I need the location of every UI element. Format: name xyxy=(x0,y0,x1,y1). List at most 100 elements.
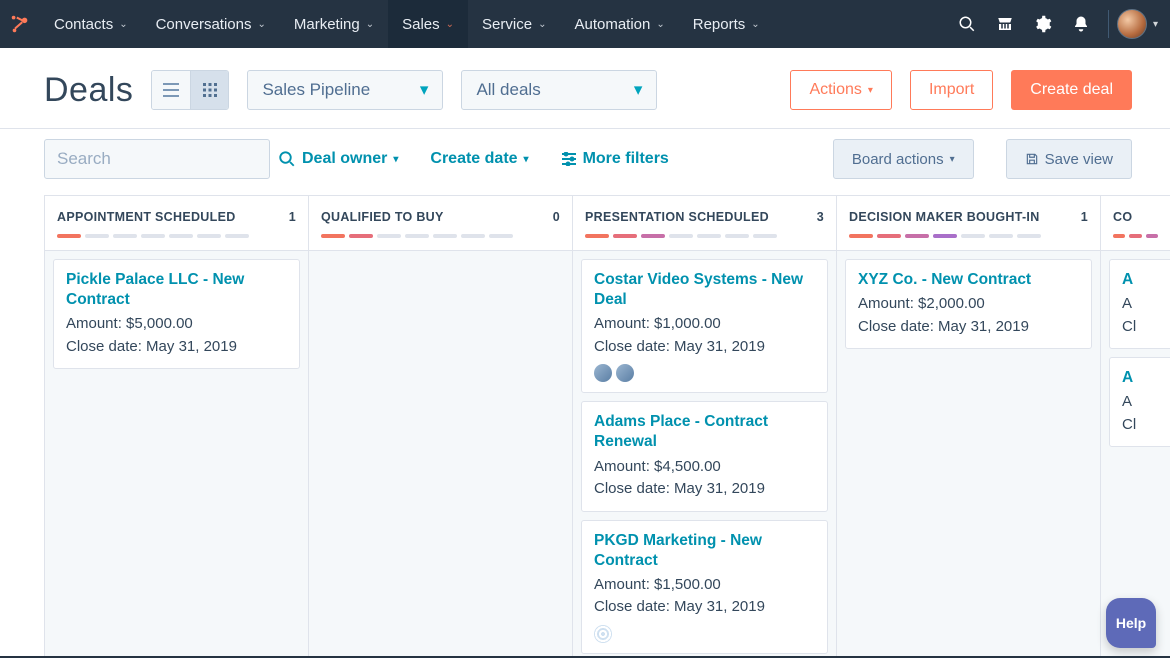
deal-amount: Amount: $4,500.00 xyxy=(594,456,815,479)
column-body[interactable]: Pickle Palace LLC - New ContractAmount: … xyxy=(45,251,308,658)
nav-item-marketing[interactable]: Marketing⌄ xyxy=(280,0,388,48)
filter-bar: Deal owner ▾ Create date ▾ More filters … xyxy=(0,129,1170,195)
deal-amount: Amount: $2,000.00 xyxy=(858,293,1079,316)
deal-amount: A xyxy=(1122,391,1170,414)
deal-card[interactable]: Costar Video Systems - New DealAmount: $… xyxy=(581,259,828,393)
deal-title[interactable]: Costar Video Systems - New Deal xyxy=(594,270,815,310)
board-view-button[interactable] xyxy=(190,71,228,109)
column-body[interactable] xyxy=(309,251,572,658)
search-icon xyxy=(278,150,296,168)
deal-card[interactable]: PKGD Marketing - New ContractAmount: $1,… xyxy=(581,520,828,654)
deal-owner-filter[interactable]: Deal owner ▾ xyxy=(302,150,398,168)
nav-item-automation[interactable]: Automation⌄ xyxy=(560,0,678,48)
pipeline-column: QUALIFIED TO BUY0Total: $0 xyxy=(309,196,573,658)
deal-card[interactable]: Pickle Palace LLC - New ContractAmount: … xyxy=(53,259,300,369)
deal-filter-select[interactable]: All deals ▾ xyxy=(461,70,657,110)
deal-title[interactable]: Pickle Palace LLC - New Contract xyxy=(66,270,287,310)
association-avatar xyxy=(594,364,612,382)
deal-title[interactable]: A xyxy=(1122,270,1170,290)
deal-title[interactable]: XYZ Co. - New Contract xyxy=(858,270,1079,290)
deal-close-date: Close date: May 31, 2019 xyxy=(594,478,815,501)
stage-progress xyxy=(849,234,1088,238)
deal-associations xyxy=(594,364,815,382)
create-deal-button[interactable]: Create deal xyxy=(1011,70,1132,110)
import-button[interactable]: Import xyxy=(910,70,993,110)
deal-title[interactable]: A xyxy=(1122,368,1170,388)
nav-item-label: Marketing xyxy=(294,16,360,33)
deal-card[interactable]: Adams Place - Contract Renewal Amount: $4… xyxy=(581,401,828,511)
nav-item-label: Service xyxy=(482,16,532,33)
column-title: PRESENTATION SCHEDULED xyxy=(585,210,769,224)
nav-item-reports[interactable]: Reports⌄ xyxy=(679,0,774,48)
deal-card[interactable]: XYZ Co. - New ContractAmount: $2,000.00C… xyxy=(845,259,1092,349)
association-avatar xyxy=(594,625,612,643)
help-button[interactable]: Help xyxy=(1106,598,1156,648)
column-body[interactable]: XYZ Co. - New ContractAmount: $2,000.00C… xyxy=(837,251,1100,658)
nav-item-label: Sales xyxy=(402,16,440,33)
view-toggle xyxy=(151,70,229,110)
gear-icon[interactable] xyxy=(1024,0,1062,48)
marketplace-icon[interactable] xyxy=(986,0,1024,48)
deal-filter-label: All deals xyxy=(476,80,540,100)
deal-close-date: Close date: May 31, 2019 xyxy=(594,336,815,359)
deal-title[interactable]: PKGD Marketing - New Contract xyxy=(594,531,815,571)
bell-icon[interactable] xyxy=(1062,0,1100,48)
deal-card[interactable]: AACl xyxy=(1109,259,1170,349)
deal-amount: A xyxy=(1122,293,1170,316)
stage-progress xyxy=(321,234,560,238)
deal-close-date: Close date: May 31, 2019 xyxy=(66,336,287,359)
chevron-down-icon: ▾ xyxy=(393,154,398,165)
nav-item-contacts[interactable]: Contacts ⌄ xyxy=(40,0,142,48)
column-header: APPOINTMENT SCHEDULED1 xyxy=(45,196,308,251)
stage-progress xyxy=(57,234,296,238)
chevron-down-icon: ⌄ xyxy=(538,19,546,30)
pipeline-select-label: Sales Pipeline xyxy=(262,80,370,100)
chevron-down-icon: ⌄ xyxy=(119,19,127,30)
create-date-filter[interactable]: Create date ▾ xyxy=(430,150,528,168)
list-view-button[interactable] xyxy=(152,71,190,109)
pipeline-select[interactable]: Sales Pipeline ▾ xyxy=(247,70,443,110)
more-filters-button[interactable]: More filters xyxy=(561,150,669,168)
pipeline-column: DECISION MAKER BOUGHT-IN1XYZ Co. - New C… xyxy=(837,196,1101,658)
deal-title[interactable]: Adams Place - Contract Renewal xyxy=(594,412,815,452)
save-view-button[interactable]: Save view xyxy=(1006,139,1132,179)
nav-item-label: Contacts xyxy=(54,16,113,33)
import-label: Import xyxy=(929,81,974,99)
actions-label: Actions xyxy=(809,81,861,99)
pipeline-column-partial: COAAClAACl xyxy=(1101,196,1170,658)
search-icon[interactable] xyxy=(948,0,986,48)
search-input[interactable] xyxy=(57,149,278,169)
create-deal-label: Create deal xyxy=(1030,81,1113,99)
stage-progress xyxy=(1113,234,1158,238)
search-box[interactable] xyxy=(44,139,270,179)
deal-card[interactable]: AACl xyxy=(1109,357,1170,447)
account-menu[interactable]: ▾ xyxy=(1117,9,1158,39)
save-view-label: Save view xyxy=(1045,151,1113,168)
column-count: 0 xyxy=(553,210,560,224)
column-header: PRESENTATION SCHEDULED3 xyxy=(573,196,836,251)
column-body[interactable]: AAClAACl xyxy=(1101,251,1170,658)
column-title: QUALIFIED TO BUY xyxy=(321,210,444,224)
board-actions-button[interactable]: Board actions ▾ xyxy=(833,139,974,179)
deal-close-date: Cl xyxy=(1122,414,1170,437)
sliders-icon xyxy=(561,152,577,166)
nav-item-service[interactable]: Service ⌄ xyxy=(468,0,560,48)
chevron-down-icon: ▾ xyxy=(524,154,529,165)
chevron-down-icon: ▾ xyxy=(420,80,429,100)
page-header: Deals Sales Pipeline ▾ All deals ▾ Actio… xyxy=(0,48,1170,128)
nav-item-sales[interactable]: Sales⌄ xyxy=(388,0,468,48)
nav-item-label: Conversations xyxy=(156,16,252,33)
hubspot-logo-icon[interactable] xyxy=(0,0,40,48)
association-avatar xyxy=(616,364,634,382)
column-title: DECISION MAKER BOUGHT-IN xyxy=(849,210,1040,224)
column-header: CO xyxy=(1101,196,1170,251)
deal-associations xyxy=(594,625,815,643)
chevron-down-icon: ▾ xyxy=(950,154,955,165)
column-header: QUALIFIED TO BUY 0 xyxy=(309,196,572,251)
nav-item-conversations[interactable]: Conversations ⌄ xyxy=(142,0,280,48)
actions-button[interactable]: Actions ▾ xyxy=(790,70,892,110)
chevron-down-icon: ⌄ xyxy=(257,19,265,30)
board-actions-label: Board actions xyxy=(852,151,944,168)
column-body[interactable]: Costar Video Systems - New Deal Amount: $… xyxy=(573,251,836,658)
chevron-down-icon: ⌄ xyxy=(751,19,759,30)
